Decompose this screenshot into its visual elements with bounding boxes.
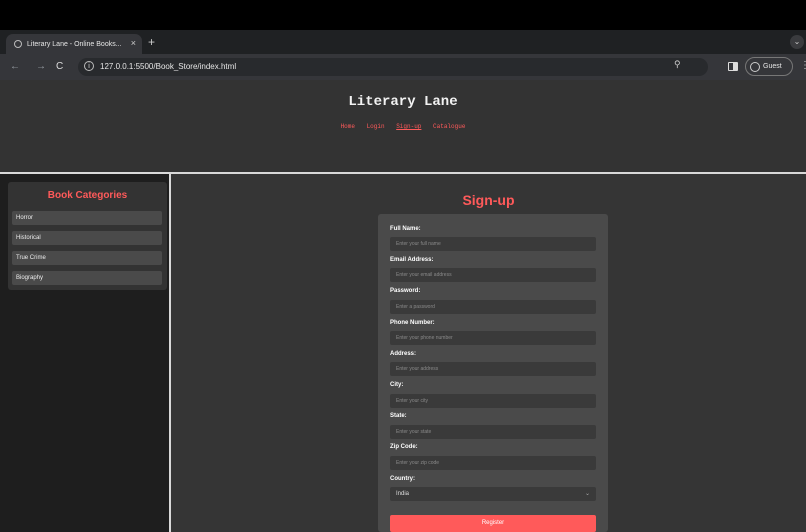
menu-icon[interactable]: ⋮ [800,60,806,71]
category-historical[interactable]: Historical [12,231,162,245]
address-label: Address: [390,351,417,357]
zip-input[interactable] [390,456,596,470]
register-button[interactable]: Register [390,515,596,532]
url-text[interactable]: 127.0.0.1:5500/Book_Store/index.html [100,62,236,71]
browser-tab[interactable]: Literary Lane - Online Books... × [6,34,142,54]
chevron-down-icon: ⌄ [584,491,590,497]
state-label: State: [390,413,407,419]
nav-catalogue[interactable]: Catalogue [433,123,465,130]
browser-toolbar: ← → C i 127.0.0.1:5500/Book_Store/index.… [0,54,806,80]
sidebar-divider [169,174,171,532]
profile-label: Guest [763,63,782,70]
tab-search-icon[interactable]: ⌄ [790,35,804,49]
country-value: India [396,491,410,497]
tab-strip: Literary Lane - Online Books... × + ⌄ [0,30,806,54]
profile-icon [750,61,760,72]
window-top-bar [0,0,806,30]
site-title: Literary Lane [348,94,458,110]
forward-button[interactable]: → [36,61,46,72]
reload-button[interactable]: C [56,61,63,72]
new-tab-button[interactable]: + [148,35,155,49]
globe-icon [14,40,22,48]
signup-form: Full Name: Email Address: Password: Phon… [378,214,608,532]
full-name-input[interactable] [390,237,596,251]
address-input[interactable] [390,362,596,376]
nav-signup[interactable]: Sign-up [396,123,421,130]
category-true-crime[interactable]: True Crime [12,251,162,265]
zoom-icon[interactable]: ⚲ [674,59,681,70]
country-label: Country: [390,476,415,482]
state-input[interactable] [390,425,596,439]
back-button[interactable]: ← [10,61,20,72]
email-label: Email Address: [390,257,434,263]
site-header: Literary Lane Home Login Sign-up Catalog… [0,80,806,172]
categories-panel: Book Categories Horror Historical True C… [8,182,167,290]
password-label: Password: [390,288,421,294]
email-input[interactable] [390,268,596,282]
phone-label: Phone Number: [390,320,435,326]
close-tab-icon[interactable]: × [131,38,136,48]
categories-title: Book Categories [47,190,128,201]
nav-home[interactable]: Home [341,123,355,130]
city-label: City: [390,382,404,388]
signup-title: Sign-up [462,192,515,208]
site-info-icon[interactable]: i [84,61,94,71]
city-input[interactable] [390,394,596,408]
web-page: Literary Lane Home Login Sign-up Catalog… [0,80,806,532]
site-nav: Home Login Sign-up Catalogue [0,123,806,130]
nav-login[interactable]: Login [367,123,385,130]
profile-button[interactable]: Guest [745,57,793,76]
country-select[interactable]: India ⌄ [390,487,596,501]
password-input[interactable] [390,300,596,314]
category-horror[interactable]: Horror [12,211,162,225]
sidebar: Book Categories Horror Historical True C… [0,174,170,532]
full-name-label: Full Name: [390,226,421,232]
tab-title: Literary Lane - Online Books... [27,40,122,48]
phone-input[interactable] [390,331,596,345]
category-biography[interactable]: Biography [12,271,162,285]
side-panel-icon[interactable] [728,62,738,71]
zip-label: Zip Code: [390,444,418,450]
address-bar[interactable]: i 127.0.0.1:5500/Book_Store/index.html [78,58,708,76]
